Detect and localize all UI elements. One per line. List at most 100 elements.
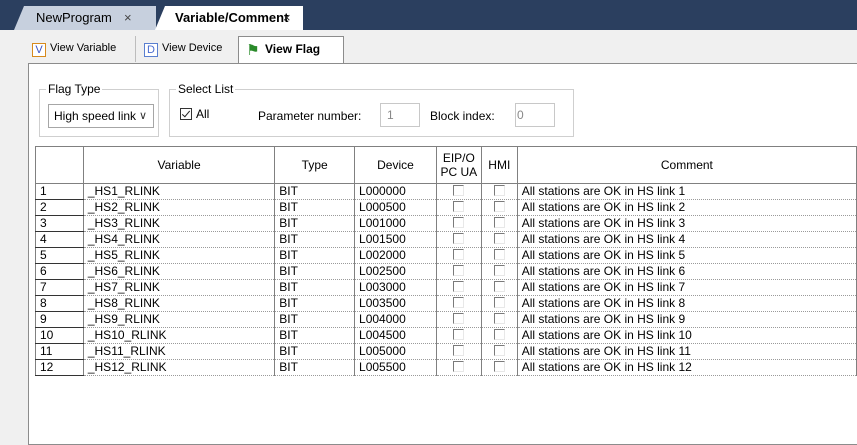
device-cell[interactable]: L001500 — [354, 231, 437, 248]
type-cell[interactable]: BIT — [274, 231, 356, 248]
view-device-button[interactable]: D View Device — [135, 36, 235, 62]
device-cell[interactable]: L002500 — [354, 263, 437, 280]
checkbox[interactable] — [453, 297, 465, 308]
row-number-cell[interactable]: 10 — [35, 327, 84, 344]
checkbox[interactable] — [453, 361, 465, 372]
all-checkbox[interactable] — [180, 108, 192, 120]
view-flag-button[interactable]: ⚑ View Flag — [238, 36, 344, 64]
eipo-pcua-checkbox-cell[interactable] — [436, 247, 482, 264]
block-index-input[interactable]: 0 — [515, 103, 555, 127]
type-cell[interactable]: BIT — [274, 215, 356, 232]
device-cell[interactable]: L001000 — [354, 215, 437, 232]
row-number-header[interactable] — [35, 146, 84, 184]
comment-cell[interactable]: All stations are OK in HS link 9 — [517, 311, 857, 328]
hmi-checkbox-cell[interactable] — [481, 279, 518, 296]
all-checkbox-wrap[interactable]: All — [180, 107, 209, 121]
checkbox[interactable] — [493, 217, 505, 228]
variable-cell[interactable]: _HS8_RLINK — [83, 295, 276, 312]
device-cell[interactable]: L003500 — [354, 295, 437, 312]
checkbox[interactable] — [453, 233, 465, 244]
table-row[interactable]: 2 _HS2_RLINK BIT L000500 All stations are OK… — [35, 199, 857, 216]
row-number-cell[interactable]: 12 — [35, 359, 84, 376]
row-number-cell[interactable]: 8 — [35, 295, 84, 312]
table-row[interactable]: 1 _HS1_RLINK BIT L000000 All stations are OK… — [35, 183, 857, 200]
table-row[interactable]: 11 _HS11_RLINK BIT L005000 All stations are … — [35, 343, 857, 360]
type-cell[interactable]: BIT — [274, 327, 356, 344]
variable-cell[interactable]: _HS3_RLINK — [83, 215, 276, 232]
tab-newprogram[interactable]: NewProgram × — [14, 6, 156, 30]
variable-cell[interactable]: _HS11_RLINK — [83, 343, 276, 360]
tab-variable-comment[interactable]: Variable/Comment × — [155, 6, 303, 30]
device-cell[interactable]: L000000 — [354, 183, 437, 200]
checkbox[interactable] — [493, 281, 505, 292]
variable-cell[interactable]: _HS6_RLINK — [83, 263, 276, 280]
row-number-cell[interactable]: 2 — [35, 199, 84, 216]
hmi-checkbox-cell[interactable] — [481, 215, 518, 232]
table-row[interactable]: 7 _HS7_RLINK BIT L003000 All stations are OK… — [35, 279, 857, 296]
checkbox[interactable] — [493, 297, 505, 308]
checkbox[interactable] — [453, 345, 465, 356]
row-number-cell[interactable]: 11 — [35, 343, 84, 360]
type-cell[interactable]: BIT — [274, 247, 356, 264]
device-cell[interactable]: L004000 — [354, 311, 437, 328]
checkbox[interactable] — [493, 233, 505, 244]
table-row[interactable]: 10 _HS10_RLINK BIT L004500 All stations are … — [35, 327, 857, 344]
eipo-pcua-checkbox-cell[interactable] — [436, 279, 482, 296]
parameter-number-input[interactable]: 1 — [380, 103, 420, 127]
variable-cell[interactable]: _HS5_RLINK — [83, 247, 276, 264]
hmi-checkbox-cell[interactable] — [481, 311, 518, 328]
comment-cell[interactable]: All stations are OK in HS link 12 — [517, 359, 857, 376]
row-number-cell[interactable]: 9 — [35, 311, 84, 328]
checkbox[interactable] — [453, 249, 465, 260]
variable-header[interactable]: Variable — [82, 146, 276, 184]
device-cell[interactable]: L005000 — [354, 343, 437, 360]
type-cell[interactable]: BIT — [274, 311, 356, 328]
variable-cell[interactable]: _HS4_RLINK — [83, 231, 276, 248]
variable-cell[interactable]: _HS1_RLINK — [83, 183, 276, 200]
comment-cell[interactable]: All stations are OK in HS link 5 — [517, 247, 857, 264]
comment-cell[interactable]: All stations are OK in HS link 11 — [517, 343, 857, 360]
view-variable-button[interactable]: V View Variable — [28, 36, 133, 62]
close-icon[interactable]: × — [283, 6, 291, 29]
checkbox[interactable] — [493, 313, 505, 324]
checkbox[interactable] — [493, 361, 505, 372]
table-row[interactable]: 5 _HS5_RLINK BIT L002000 All stations are OK… — [35, 247, 857, 264]
hmi-checkbox-cell[interactable] — [481, 183, 518, 200]
eipo-pcua-checkbox-cell[interactable] — [436, 263, 482, 280]
checkbox[interactable] — [493, 329, 505, 340]
checkbox[interactable] — [493, 265, 505, 276]
row-number-cell[interactable]: 5 — [35, 247, 84, 264]
table-row[interactable]: 6 _HS6_RLINK BIT L002500 All stations are OK… — [35, 263, 857, 280]
type-cell[interactable]: BIT — [274, 359, 356, 376]
eipo-pcua-checkbox-cell[interactable] — [436, 343, 482, 360]
eipo-pcua-checkbox-cell[interactable] — [436, 231, 482, 248]
checkbox[interactable] — [453, 265, 465, 276]
comment-cell[interactable]: All stations are OK in HS link 6 — [517, 263, 857, 280]
device-cell[interactable]: L002000 — [354, 247, 437, 264]
checkbox[interactable] — [493, 201, 505, 212]
comment-cell[interactable]: All stations are OK in HS link 3 — [517, 215, 857, 232]
hmi-checkbox-cell[interactable] — [481, 247, 518, 264]
hmi-checkbox-cell[interactable] — [481, 263, 518, 280]
table-row[interactable]: 9 _HS9_RLINK BIT L004000 All stations are OK… — [35, 311, 857, 328]
checkbox[interactable] — [453, 329, 465, 340]
comment-cell[interactable]: All stations are OK in HS link 10 — [517, 327, 857, 344]
table-row[interactable]: 3 _HS3_RLINK BIT L001000 All stations are OK… — [35, 215, 857, 232]
type-cell[interactable]: BIT — [274, 279, 356, 296]
type-cell[interactable]: BIT — [274, 343, 356, 360]
hmi-checkbox-cell[interactable] — [481, 199, 518, 216]
device-cell[interactable]: L003000 — [354, 279, 437, 296]
checkbox[interactable] — [493, 185, 505, 196]
comment-cell[interactable]: All stations are OK in HS link 1 — [517, 183, 857, 200]
checkbox[interactable] — [453, 313, 465, 324]
close-icon[interactable]: × — [124, 6, 132, 29]
variable-cell[interactable]: _HS10_RLINK — [83, 327, 276, 344]
row-number-cell[interactable]: 4 — [35, 231, 84, 248]
type-cell[interactable]: BIT — [274, 295, 356, 312]
checkbox[interactable] — [453, 217, 465, 228]
table-row[interactable]: 12 _HS12_RLINK BIT L005500 All stations are … — [35, 359, 857, 376]
device-cell[interactable]: L005500 — [354, 359, 437, 376]
eipo-pcua-checkbox-cell[interactable] — [436, 311, 482, 328]
variable-cell[interactable]: _HS7_RLINK — [83, 279, 276, 296]
variable-cell[interactable]: _HS9_RLINK — [83, 311, 276, 328]
